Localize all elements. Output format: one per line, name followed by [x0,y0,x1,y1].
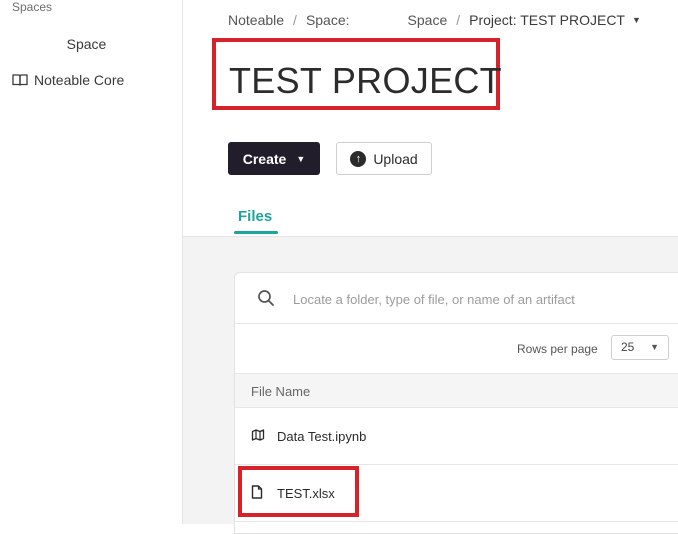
tab-active-indicator [234,231,278,234]
chevron-down-icon[interactable]: ▼ [632,15,641,25]
file-name[interactable]: Data Test.ipynb [277,429,366,444]
sidebar-section-label: Spaces [12,0,53,14]
search-bar [235,273,678,324]
rows-per-page-value: 25 [621,340,635,354]
page-title: TEST PROJECT [229,60,502,101]
column-header-file-name[interactable]: File Name [251,384,310,399]
rows-per-page-select[interactable]: 25 ▼ [611,335,669,360]
breadcrumb-space[interactable]: Space [408,12,448,28]
breadcrumb-separator: / [293,12,297,28]
sidebar-space-label[interactable]: Space [0,36,173,52]
tab-files[interactable]: Files [238,208,272,225]
breadcrumb: Noteable / Space: Space / Project: TEST … [228,12,641,28]
breadcrumb-space-prefix[interactable]: Space: [306,12,350,28]
upload-button-label: Upload [373,150,418,167]
notebook-icon [251,429,265,441]
table-row[interactable]: Data Test.ipynb [235,408,678,465]
sidebar-item-noteable-core[interactable]: Noteable Core [12,72,124,88]
caret-down-icon: ▼ [296,153,306,164]
create-button[interactable]: Create ▼ [228,142,320,175]
rows-per-page-label: Rows per page [517,342,598,356]
create-button-label: Create [242,150,287,167]
pagination-bar: Rows per page 25 ▼ [235,324,678,374]
chevron-down-icon: ▼ [650,342,659,352]
search-icon [258,290,274,306]
table-header: File Name [235,374,678,408]
breadcrumb-project[interactable]: Project: TEST PROJECT [469,12,625,28]
main-content: Noteable / Space: Space / Project: TEST … [183,0,678,534]
book-icon [12,74,28,86]
upload-icon: ↑ [350,150,367,167]
upload-button[interactable]: ↑ Upload [336,142,432,175]
sidebar: Spaces Space Noteable Core [0,0,183,524]
sidebar-item-label: Noteable Core [34,72,125,88]
highlight-box-file [238,466,359,517]
search-input[interactable] [291,286,675,312]
breadcrumb-separator: / [456,12,461,28]
breadcrumb-noteable[interactable]: Noteable [228,12,284,28]
